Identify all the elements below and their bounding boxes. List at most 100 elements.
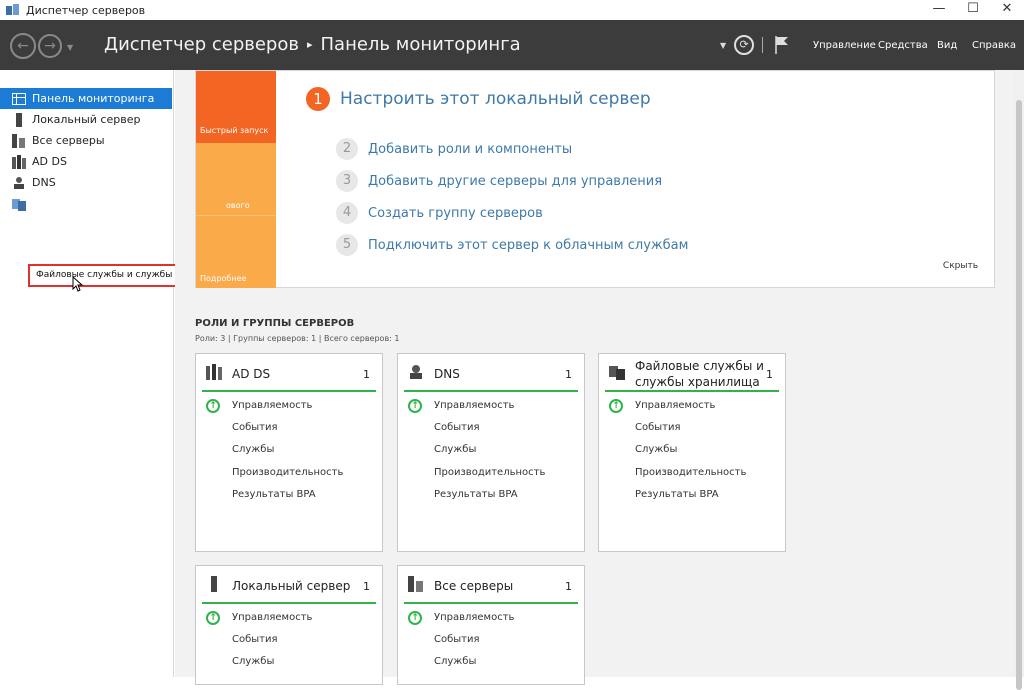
close-button[interactable]: ✕ [990,0,1024,20]
sidebar-item-local-server[interactable]: Локальный сервер [0,109,172,130]
card-title[interactable]: Все серверы [434,578,513,594]
card-count: 1 [363,368,370,381]
sidebar: Панель мониторинга Локальный сервер Все … [0,70,238,677]
sidebar-item-label: Панель мониторинга [32,92,155,105]
tile-quick-start[interactable]: Быстрый запуск [196,71,276,143]
refresh-dropdown-icon[interactable]: ▼ [720,41,726,50]
header-divider [762,37,764,53]
breadcrumb: Диспетчер серверов ▸ Панель мониторинга [104,34,521,55]
step-link[interactable]: Создать группу серверов [368,206,543,221]
role-card-ad-ds[interactable]: AD DS 1 ↑ Управляемость События Службы П… [195,353,383,552]
refresh-icon[interactable]: ⟳ [734,35,755,55]
server-icon [206,576,222,592]
ad-ds-icon [206,364,222,380]
row-bpa-results[interactable]: Результаты BPA [434,489,518,500]
card-title[interactable]: Файловые службы и службы хранилища [635,358,764,390]
scrollbar[interactable] [1014,70,1024,690]
role-card-local-server[interactable]: Локальный сервер 1 ↑ Управляемость Событ… [195,565,383,685]
row-services[interactable]: Службы [232,656,274,667]
tile-learn-more[interactable]: Подробнее [196,215,276,288]
menu-tools[interactable]: Средства [878,40,928,51]
row-manageability[interactable]: Управляемость [232,400,312,411]
card-title[interactable]: AD DS [232,366,270,382]
server-manager-app-icon [6,4,20,16]
menu-help[interactable]: Справка [972,40,1016,51]
step-number: 5 [336,234,358,256]
role-card-file-storage[interactable]: Файловые службы и службы хранилища 1 ↑ У… [598,353,786,552]
dns-icon [408,364,424,380]
card-title[interactable]: DNS [434,366,460,382]
nav-history-dropdown-icon[interactable]: ▼ [67,43,73,52]
step-create-group[interactable]: 4 Создать группу серверов [336,202,543,224]
row-events[interactable]: События [635,422,681,433]
breadcrumb-separator-icon: ▸ [306,38,313,51]
back-button[interactable]: ← [10,33,36,59]
window-title: Диспетчер серверов [26,3,146,17]
status-ok-icon: ↑ [206,399,220,413]
dns-icon [12,176,26,190]
roles-summary: Роли: 3 | Группы серверов: 1 | Всего сер… [195,334,400,343]
row-performance[interactable]: Производительность [635,467,746,478]
row-bpa-results[interactable]: Результаты BPA [232,489,316,500]
row-events[interactable]: События [434,422,480,433]
card-title[interactable]: Локальный сервер [232,578,350,594]
card-count: 1 [565,368,572,381]
step-link[interactable]: Настроить этот локальный сервер [340,89,651,109]
step-add-roles[interactable]: 2 Добавить роли и компоненты [336,138,572,160]
sidebar-item-dns[interactable]: DNS [0,172,172,193]
menu-view[interactable]: Вид [937,40,957,51]
step-link[interactable]: Добавить роли и компоненты [368,142,572,157]
row-manageability[interactable]: Управляемость [434,612,514,623]
row-services[interactable]: Службы [434,656,476,667]
breadcrumb-root[interactable]: Диспетчер серверов [104,34,299,55]
arrow-left-icon: ← [17,38,29,54]
row-manageability[interactable]: Управляемость [635,400,715,411]
role-card-dns[interactable]: DNS 1 ↑ Управляемость События Службы Про… [397,353,585,552]
step-number: 1 [306,87,330,111]
file-storage-icon [12,197,26,211]
status-ok-icon: ↑ [206,611,220,625]
sidebar-item-ad-ds[interactable]: AD DS [0,151,172,172]
hide-welcome-link[interactable]: Скрыть [943,261,978,271]
card-count: 1 [565,580,572,593]
sidebar-item-dashboard[interactable]: Панель мониторинга [0,88,172,109]
sidebar-item-label: Локальный сервер [32,113,141,126]
forward-button[interactable]: → [38,34,62,58]
sidebar-item-file-storage[interactable] [0,193,172,214]
role-card-all-servers[interactable]: Все серверы 1 ↑ Управляемость События Сл… [397,565,585,685]
row-events[interactable]: События [434,634,480,645]
sidebar-item-label: AD DS [32,155,67,168]
row-performance[interactable]: Производительность [232,467,343,478]
card-count: 1 [766,368,773,381]
row-events[interactable]: События [232,634,278,645]
row-services[interactable]: Службы [434,444,476,455]
step-configure-local-server[interactable]: 1 Настроить этот локальный сервер [306,87,651,111]
notifications-flag-icon[interactable] [775,36,789,54]
sidebar-item-all-servers[interactable]: Все серверы [0,130,172,151]
row-services[interactable]: Службы [635,444,677,455]
row-performance[interactable]: Производительность [434,467,545,478]
step-link[interactable]: Добавить другие серверы для управления [368,174,662,189]
step-connect-cloud[interactable]: 5 Подключить этот сервер к облачным служ… [336,234,688,256]
row-manageability[interactable]: Управляемость [232,612,312,623]
scrollbar-thumb[interactable] [1016,100,1022,690]
row-bpa-results[interactable]: Результаты BPA [635,489,719,500]
breadcrumb-current: Панель мониторинга [320,34,521,55]
maximize-button[interactable]: ☐ [956,0,990,20]
step-link[interactable]: Подключить этот сервер к облачным служба… [368,238,688,253]
arrow-right-icon: → [44,38,56,54]
row-manageability[interactable]: Управляемость [434,400,514,411]
tile-whats-new[interactable]: овогo [196,143,276,215]
menu-manage[interactable]: Управление [813,40,876,51]
app-header: ← → ▼ Диспетчер серверов ▸ Панель монито… [0,20,1024,70]
roles-section-title: РОЛИ И ГРУППЫ СЕРВЕРОВ [195,318,355,329]
step-add-servers[interactable]: 3 Добавить другие серверы для управления [336,170,662,192]
row-events[interactable]: События [232,422,278,433]
row-services[interactable]: Службы [232,444,274,455]
file-storage-icon [609,364,625,380]
step-number: 2 [336,138,358,160]
mouse-cursor-icon [72,276,84,292]
servers-icon [12,133,26,148]
minimize-button[interactable]: — [922,0,956,20]
step-number: 4 [336,202,358,224]
